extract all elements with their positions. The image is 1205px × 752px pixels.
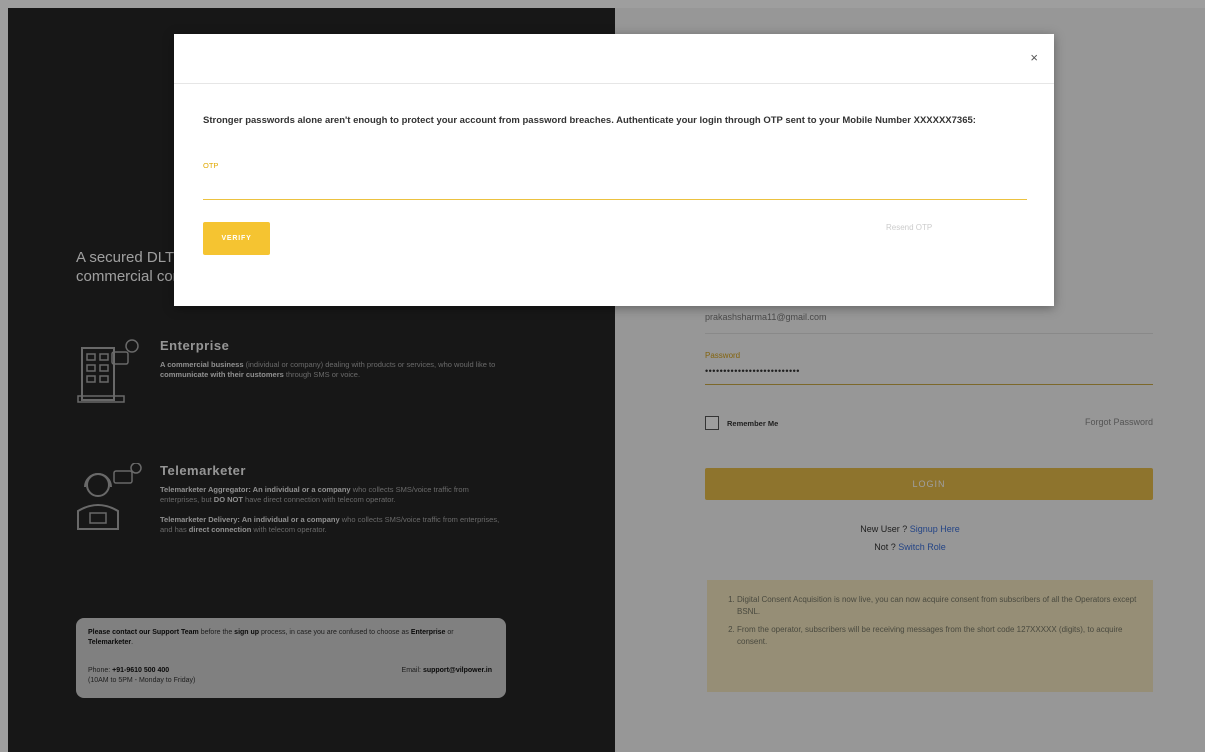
otp-modal: × Stronger passwords alone aren't enough…: [174, 34, 1054, 306]
otp-input[interactable]: [203, 174, 1027, 200]
otp-message: Stronger passwords alone aren't enough t…: [203, 115, 976, 126]
resend-otp-link[interactable]: Resend OTP: [886, 223, 932, 232]
login-page: A secured DLT platform for commercial co…: [0, 0, 1205, 752]
modal-header: ×: [174, 34, 1054, 84]
close-icon[interactable]: ×: [1030, 51, 1038, 65]
otp-label: OTP: [203, 161, 219, 170]
verify-button[interactable]: VERIFY: [203, 222, 270, 255]
